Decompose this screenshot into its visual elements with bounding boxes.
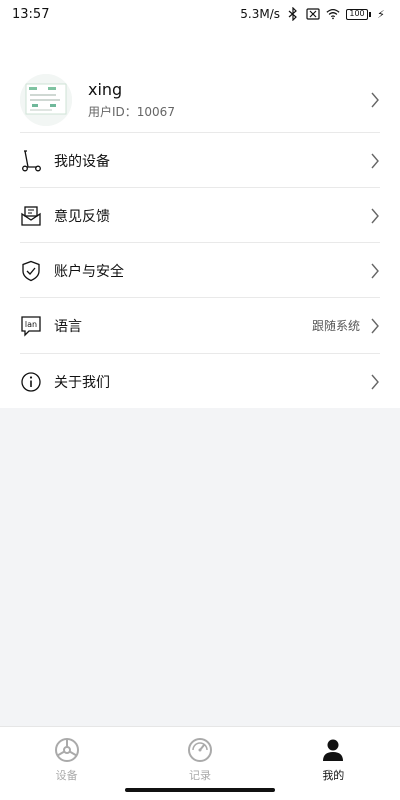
chevron-right-icon [371,92,379,108]
menu-item-feedback[interactable]: 意见反馈 [20,188,380,243]
battery-icon: 100 [346,8,371,20]
tab-devices[interactable]: 设备 [0,727,133,800]
battery-level: 100 [349,9,365,18]
profile-row[interactable]: xing 用户ID：10067 [20,68,380,132]
feedback-mail-icon [20,204,42,228]
wifi-icon [326,7,340,21]
user-id: 用户ID：10067 [88,105,175,119]
menu-item-my-devices[interactable]: 我的设备 [20,133,380,188]
wheel-icon [54,737,80,763]
menu-item-language[interactable]: lan 语言 跟随系统 [20,298,380,353]
menu-item-label: 关于我们 [54,374,110,391]
status-time: 13:57 [12,6,50,22]
bluetooth-icon [286,7,300,21]
profile-menu-panel: xing 用户ID：10067 我的设备 意见反馈 账户与安全 lan 语言 跟… [0,28,400,408]
username: xing [88,80,123,99]
scooter-icon [20,149,42,173]
chevron-right-icon [371,263,379,278]
menu-item-account-security[interactable]: 账户与安全 [20,243,380,298]
avatar [20,74,72,126]
chevron-right-icon [371,374,379,389]
status-bar: 13:57 5.3M/s 100 ⚡ [0,0,400,28]
charging-icon: ⚡ [377,7,385,21]
tab-label: 设备 [55,769,78,782]
menu-item-about-us[interactable]: 关于我们 [20,354,380,409]
profile-info: xing 用户ID：10067 [88,80,370,120]
sim-off-icon [306,7,320,21]
chevron-right-icon [371,318,379,333]
menu-item-label: 语言 [54,318,82,335]
status-icons: 5.3M/s 100 ⚡ [240,7,388,21]
menu-item-label: 我的设备 [54,153,110,170]
chevron-right-icon [371,153,379,168]
menu-item-label: 意见反馈 [54,208,110,225]
language-icon: lan [20,314,42,338]
tab-mine[interactable]: 我的 [267,727,400,800]
chevron-right-icon [371,208,379,223]
speedometer-icon [187,737,213,763]
network-speed: 5.3M/s [240,7,280,21]
home-indicator [125,788,275,792]
user-icon [320,737,346,763]
tab-label: 记录 [188,769,211,782]
shield-check-icon [20,259,42,283]
tab-label: 我的 [322,769,345,782]
language-value: 跟随系统 [311,319,360,333]
menu-item-label: 账户与安全 [54,263,124,280]
info-icon [20,370,42,394]
svg-text:lan: lan [25,320,37,329]
